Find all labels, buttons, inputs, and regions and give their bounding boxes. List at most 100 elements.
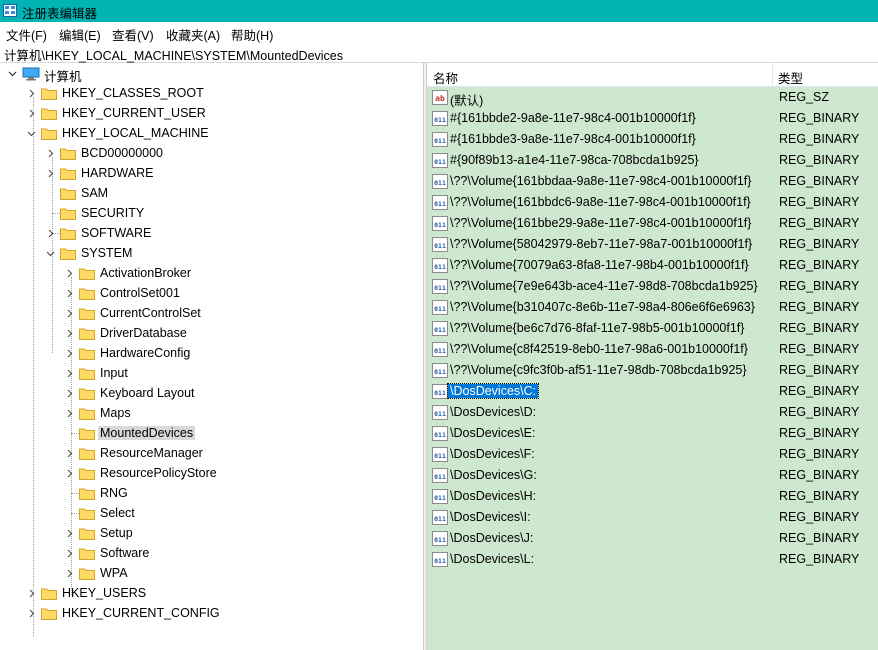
list-row[interactable]: 011 \DosDevices\I: REG_BINARY [427, 507, 878, 528]
list-row[interactable]: 011 \??\Volume{7e9e643b-ace4-11e7-98d8-70… [427, 276, 878, 297]
tree-item-label: HARDWARE [81, 166, 154, 180]
title-bar[interactable]: 注册表编辑器 [0, 0, 878, 22]
tree-item-resourcemanager[interactable]: ResourceManager [0, 444, 420, 464]
list-row[interactable]: 011 #{161bbde3-9a8e-11e7-98c4-001b10000f1… [427, 129, 878, 150]
list-row[interactable]: 011 #{90f89b13-a1e4-11e7-98ca-708bcda1b92… [427, 150, 878, 171]
tree-item-sam[interactable]: SAM [0, 184, 420, 204]
tree-item-activationbroker[interactable]: ActivationBroker [0, 264, 420, 284]
chevron-right-icon[interactable] [65, 369, 74, 378]
list-row[interactable]: 011 \??\Volume{c9fc3f0b-af51-11e7-98db-70… [427, 360, 878, 381]
list-row[interactable]: 011 \DosDevices\H: REG_BINARY [427, 486, 878, 507]
svg-text:011: 011 [434, 221, 446, 229]
chevron-right-icon[interactable] [27, 109, 36, 118]
tree-item-hkey-local-machine[interactable]: HKEY_LOCAL_MACHINE [0, 124, 420, 144]
tree-item-hkey-current-user[interactable]: HKEY_CURRENT_USER [0, 104, 420, 124]
chevron-right-icon[interactable] [65, 269, 74, 278]
menu-file[interactable]: 文件(F) [6, 25, 47, 44]
list-row[interactable]: 011 \??\Volume{161bbdaa-9a8e-11e7-98c4-00… [427, 171, 878, 192]
tree-item-wpa[interactable]: WPA [0, 564, 420, 584]
tree-item-currentcontrolset[interactable]: CurrentControlSet [0, 304, 420, 324]
column-header-name[interactable]: 名称 [433, 68, 458, 87]
chevron-right-icon[interactable] [65, 449, 74, 458]
tree-item-software[interactable]: Software [0, 544, 420, 564]
chevron-right-icon[interactable] [65, 309, 74, 318]
chevron-down-icon[interactable] [46, 249, 55, 258]
chevron-right-icon[interactable] [27, 609, 36, 618]
chevron-right-icon[interactable] [65, 329, 74, 338]
tree-item-system[interactable]: SYSTEM [0, 244, 420, 264]
folder-icon [41, 608, 57, 620]
menu-favorites[interactable]: 收藏夹(A) [166, 25, 220, 44]
value-type: REG_BINARY [779, 153, 860, 167]
chevron-right-icon[interactable] [65, 569, 74, 578]
value-type: REG_BINARY [779, 174, 860, 188]
tree-item-label: RNG [100, 486, 128, 500]
tree-item-input[interactable]: Input [0, 364, 420, 384]
chevron-right-icon[interactable] [46, 169, 55, 178]
address-path[interactable]: 计算机\HKEY_LOCAL_MACHINE\SYSTEM\MountedDev… [4, 45, 343, 64]
svg-text:ab: ab [435, 94, 445, 103]
list-row[interactable]: 011 \DosDevices\E: REG_BINARY [427, 423, 878, 444]
tree-item-driverdatabase[interactable]: DriverDatabase [0, 324, 420, 344]
chevron-right-icon[interactable] [65, 389, 74, 398]
tree-item-resourcepolicystore[interactable]: ResourcePolicyStore [0, 464, 420, 484]
svg-text:011: 011 [434, 263, 446, 271]
list-row[interactable]: 011 \??\Volume{58042979-8eb7-11e7-98a7-00… [427, 234, 878, 255]
chevron-right-icon[interactable] [65, 409, 74, 418]
tree-item-hardwareconfig[interactable]: HardwareConfig [0, 344, 420, 364]
tree-item-maps[interactable]: Maps [0, 404, 420, 424]
tree-item-security[interactable]: SECURITY [0, 204, 420, 224]
chevron-right-icon[interactable] [65, 469, 74, 478]
list-row[interactable]: 011 \DosDevices\L: REG_BINARY [427, 549, 878, 570]
list-row[interactable]: 011 #{161bbde2-9a8e-11e7-98c4-001b10000f1… [427, 108, 878, 129]
list-row[interactable]: ab (默认) REG_SZ [427, 87, 878, 108]
list-row[interactable]: 011 \??\Volume{161bbdc6-9a8e-11e7-98c4-00… [427, 192, 878, 213]
list-row[interactable]: 011 \DosDevices\C: REG_BINARY [427, 381, 878, 402]
chevron-down-icon[interactable] [8, 69, 17, 78]
column-header-type[interactable]: 类型 [778, 68, 803, 87]
tree-item-mounteddevices[interactable]: MountedDevices [0, 424, 420, 444]
chevron-right-icon[interactable] [27, 89, 36, 98]
list-row[interactable]: 011 \??\Volume{161bbe29-9a8e-11e7-98c4-00… [427, 213, 878, 234]
list-row[interactable]: 011 \DosDevices\G: REG_BINARY [427, 465, 878, 486]
chevron-right-icon[interactable] [65, 549, 74, 558]
address-bar[interactable]: 计算机\HKEY_LOCAL_MACHINE\SYSTEM\MountedDev… [0, 43, 878, 63]
chevron-right-icon[interactable] [65, 349, 74, 358]
key-tree[interactable]: 计算机 HKEY_CLASSES_ROOT HKEY_CURRENT_USER HK… [0, 63, 423, 650]
tree-item-bcd00000000[interactable]: BCD00000000 [0, 144, 420, 164]
tree-item-hkey-users[interactable]: HKEY_USERS [0, 584, 420, 604]
tree-item-setup[interactable]: Setup [0, 524, 420, 544]
menu-help[interactable]: 帮助(H) [231, 25, 273, 44]
chevron-down-icon[interactable] [27, 129, 36, 138]
menu-view[interactable]: 查看(V) [112, 25, 154, 44]
chevron-right-icon[interactable] [27, 589, 36, 598]
list-row[interactable]: 011 \DosDevices\F: REG_BINARY [427, 444, 878, 465]
tree-item-hkey-current-config[interactable]: HKEY_CURRENT_CONFIG [0, 604, 420, 624]
tree-item-hkey-classes-root[interactable]: HKEY_CLASSES_ROOT [0, 84, 420, 104]
tree-item-controlset001[interactable]: ControlSet001 [0, 284, 420, 304]
column-divider[interactable] [772, 63, 773, 86]
svg-text:011: 011 [434, 200, 446, 208]
chevron-right-icon[interactable] [65, 289, 74, 298]
tree-item-computer[interactable]: 计算机 [0, 64, 420, 84]
folder-icon [79, 308, 95, 320]
tree-item-rng[interactable]: RNG [0, 484, 420, 504]
tree-item-software[interactable]: SOFTWARE [0, 224, 420, 244]
list-row[interactable]: 011 \??\Volume{70079a63-8fa8-11e7-98b4-00… [427, 255, 878, 276]
chevron-right-icon[interactable] [46, 149, 55, 158]
tree-item-hardware[interactable]: HARDWARE [0, 164, 420, 184]
binary-value-icon: 011 [432, 132, 448, 147]
list-row[interactable]: 011 \??\Volume{b310407c-8e6b-11e7-98a4-80… [427, 297, 878, 318]
chevron-right-icon[interactable] [46, 229, 55, 238]
list-row[interactable]: 011 \??\Volume{be6c7d76-8faf-11e7-98b5-00… [427, 318, 878, 339]
list-row[interactable]: 011 \DosDevices\D: REG_BINARY [427, 402, 878, 423]
menu-edit[interactable]: 编辑(E) [59, 25, 101, 44]
list-row[interactable]: 011 \DosDevices\J: REG_BINARY [427, 528, 878, 549]
folder-icon [60, 168, 76, 180]
tree-item-keyboard-layout[interactable]: Keyboard Layout [0, 384, 420, 404]
chevron-right-icon[interactable] [65, 529, 74, 538]
tree-item-select[interactable]: Select [0, 504, 420, 524]
tree-item-label: CurrentControlSet [100, 306, 201, 320]
list-row[interactable]: 011 \??\Volume{c8f42519-8eb0-11e7-98a6-00… [427, 339, 878, 360]
value-type: REG_SZ [779, 90, 830, 104]
